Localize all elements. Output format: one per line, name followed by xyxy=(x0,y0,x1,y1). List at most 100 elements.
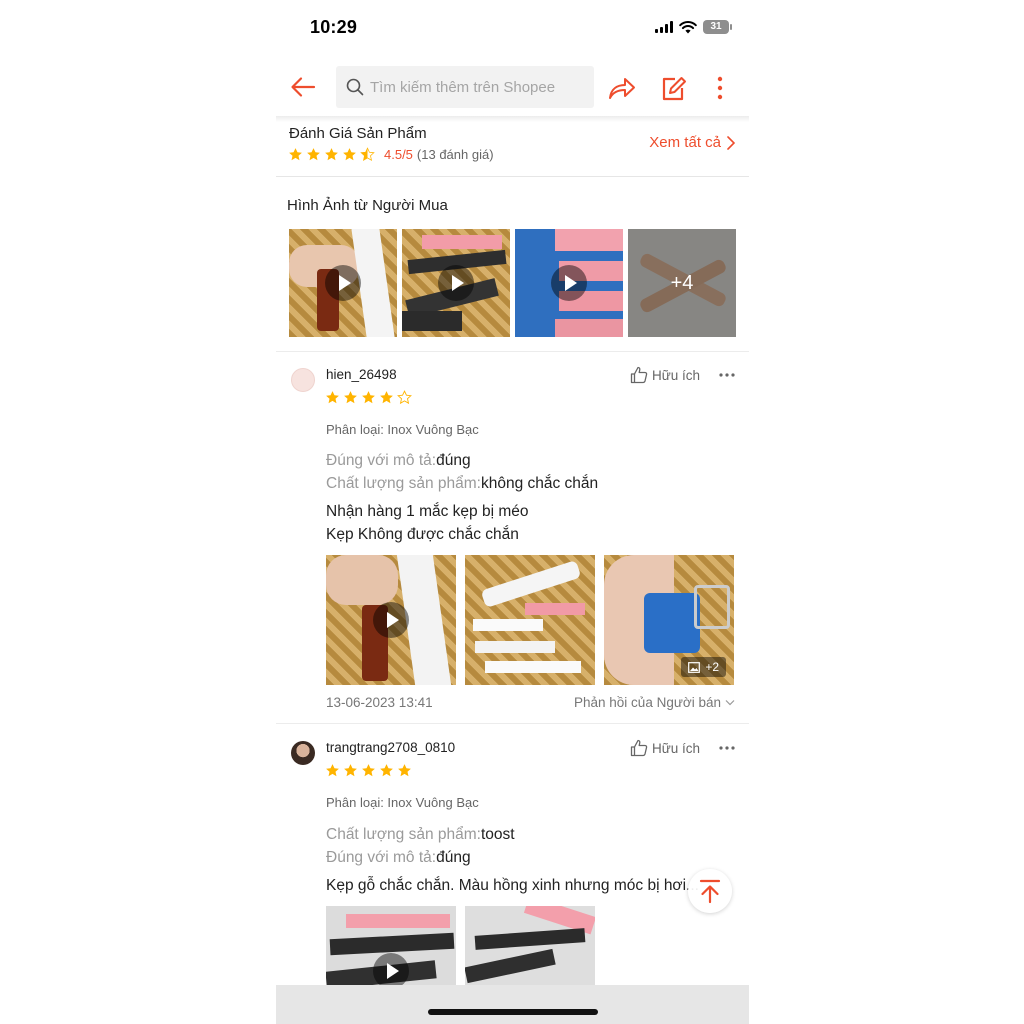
attribute-value: không chắc chắn xyxy=(480,475,599,492)
review-attribute: Chất lượng sản phẩm:toost xyxy=(326,826,515,844)
play-icon xyxy=(325,265,361,301)
search-icon xyxy=(346,78,364,96)
rating-score: 4.5/5 xyxy=(384,147,413,162)
helpful-button[interactable]: Hữu ích xyxy=(630,739,700,757)
attribute-value: toost xyxy=(480,826,515,843)
hanger-photo xyxy=(555,229,623,251)
star-icon xyxy=(325,148,338,161)
edit-icon[interactable] xyxy=(661,74,687,102)
hanger-photo xyxy=(329,932,455,956)
review-username: hien_26498 xyxy=(326,367,397,382)
star-icon xyxy=(326,764,339,777)
review-variation: Phân loại: Inox Vuông Bạc xyxy=(326,795,479,810)
home-indicator[interactable] xyxy=(428,1009,598,1015)
review-item: hien_26498 Hữu ích Phân loại: Inox Vuông… xyxy=(276,352,749,724)
attribute-key: Chất lượng sản phẩm: xyxy=(326,826,481,843)
star-icon xyxy=(380,391,393,404)
buyer-thumbnails: +4 xyxy=(289,229,736,337)
review-comment-line: Nhận hàng 1 mắc kẹp bị méo xyxy=(326,503,529,520)
play-icon xyxy=(551,265,587,301)
avatar[interactable] xyxy=(291,368,315,392)
hand-photo xyxy=(326,555,398,605)
search-bar[interactable] xyxy=(336,66,594,108)
hanger-photo xyxy=(465,948,556,984)
hanger-photo xyxy=(422,235,502,249)
more-images-overlay: +4 xyxy=(628,229,736,337)
play-icon xyxy=(373,953,409,989)
attribute-key: Chất lượng sản phẩm: xyxy=(326,475,481,492)
buyer-video-thumb[interactable] xyxy=(402,229,510,337)
review-date: 13-06-2023 13:41 xyxy=(326,695,433,710)
thumbs-up-icon xyxy=(630,366,648,384)
review-stars xyxy=(325,390,415,405)
review-item: trangtrang2708_0810 Hữu ích Phân loại: I… xyxy=(276,725,749,1024)
rating-section-title: Đánh Giá Sản Phẩm xyxy=(289,125,427,142)
image-count-label: +2 xyxy=(705,660,719,674)
review-image[interactable]: +2 xyxy=(604,555,734,685)
see-all-link[interactable]: Xem tất cả xyxy=(649,134,735,151)
more-horizontal-icon[interactable] xyxy=(718,745,736,751)
attribute-key: Đúng với mô tả: xyxy=(326,849,437,866)
review-comment-line: Kẹp gỗ chắc chắn. Màu hồng xinh nhưng mó… xyxy=(326,877,699,894)
search-input[interactable] xyxy=(370,78,590,96)
helpful-button[interactable]: Hữu ích xyxy=(630,366,700,384)
buyer-images-title: Hình Ảnh từ Người Mua xyxy=(287,197,448,214)
star-icon xyxy=(343,148,356,161)
wifi-icon xyxy=(679,20,697,33)
play-icon xyxy=(373,602,409,638)
app-header xyxy=(276,62,749,114)
thumbs-up-icon xyxy=(630,739,648,757)
attribute-value: đúng xyxy=(436,849,471,866)
helpful-label: Hữu ích xyxy=(652,740,701,756)
buyer-video-thumb[interactable] xyxy=(289,229,397,337)
buyer-video-thumb[interactable] xyxy=(515,229,623,337)
hanger-photo xyxy=(644,593,700,653)
review-image[interactable] xyxy=(465,555,595,685)
star-icon xyxy=(398,764,411,777)
share-icon[interactable] xyxy=(607,74,637,102)
buyer-image-thumb-more[interactable]: +4 xyxy=(628,229,736,337)
review-attribute: Chất lượng sản phẩm:không chắc chắn xyxy=(326,475,598,493)
play-icon xyxy=(438,265,474,301)
attribute-value: đúng xyxy=(436,452,471,469)
arrow-left-icon[interactable] xyxy=(288,72,318,102)
hanger-photo xyxy=(474,928,586,950)
hanger-photo xyxy=(480,559,582,609)
see-all-label: Xem tất cả xyxy=(649,134,721,151)
hanger-photo xyxy=(525,603,585,615)
star-icon xyxy=(289,148,302,161)
star-icon xyxy=(344,764,357,777)
image-icon xyxy=(688,661,701,673)
review-comment-line: Kẹp Không được chắc chắn xyxy=(326,526,519,543)
star-icon xyxy=(380,764,393,777)
hanger-photo xyxy=(346,914,450,928)
attribute-key: Đúng với mô tả: xyxy=(326,452,437,469)
star-icon xyxy=(344,391,357,404)
buyer-images-section: Hình Ảnh từ Người Mua +4 xyxy=(276,177,749,352)
helpful-label: Hữu ích xyxy=(652,367,701,383)
star-icon xyxy=(307,148,320,161)
rating-summary: Đánh Giá Sản Phẩm 4.5/5 (13 đánh giá) Xe… xyxy=(276,122,749,177)
more-vertical-icon[interactable] xyxy=(713,74,727,102)
status-bar: 10:29 31 xyxy=(276,0,749,58)
rating-count: (13 đánh giá) xyxy=(416,147,494,162)
empty-star-icon xyxy=(397,390,412,405)
avatar[interactable] xyxy=(291,741,315,765)
seller-reply-toggle[interactable]: Phản hồi của Người bán xyxy=(574,695,735,710)
scroll-to-top-button[interactable] xyxy=(688,869,732,913)
hanger-photo xyxy=(475,641,555,653)
star-icon xyxy=(362,764,375,777)
image-count-badge: +2 xyxy=(681,657,726,677)
more-horizontal-icon[interactable] xyxy=(718,372,736,378)
review-video[interactable] xyxy=(326,555,456,685)
bottom-bar xyxy=(276,985,749,1024)
review-variation: Phân loại: Inox Vuông Bạc xyxy=(326,422,479,437)
star-icon xyxy=(326,391,339,404)
star-icon xyxy=(362,391,375,404)
hanger-photo xyxy=(694,585,730,629)
arrow-up-icon xyxy=(699,879,721,904)
half-star-icon xyxy=(360,147,375,161)
battery-icon: 31 xyxy=(703,20,732,34)
review-media: +2 xyxy=(326,555,734,685)
hanger-photo xyxy=(473,619,543,631)
